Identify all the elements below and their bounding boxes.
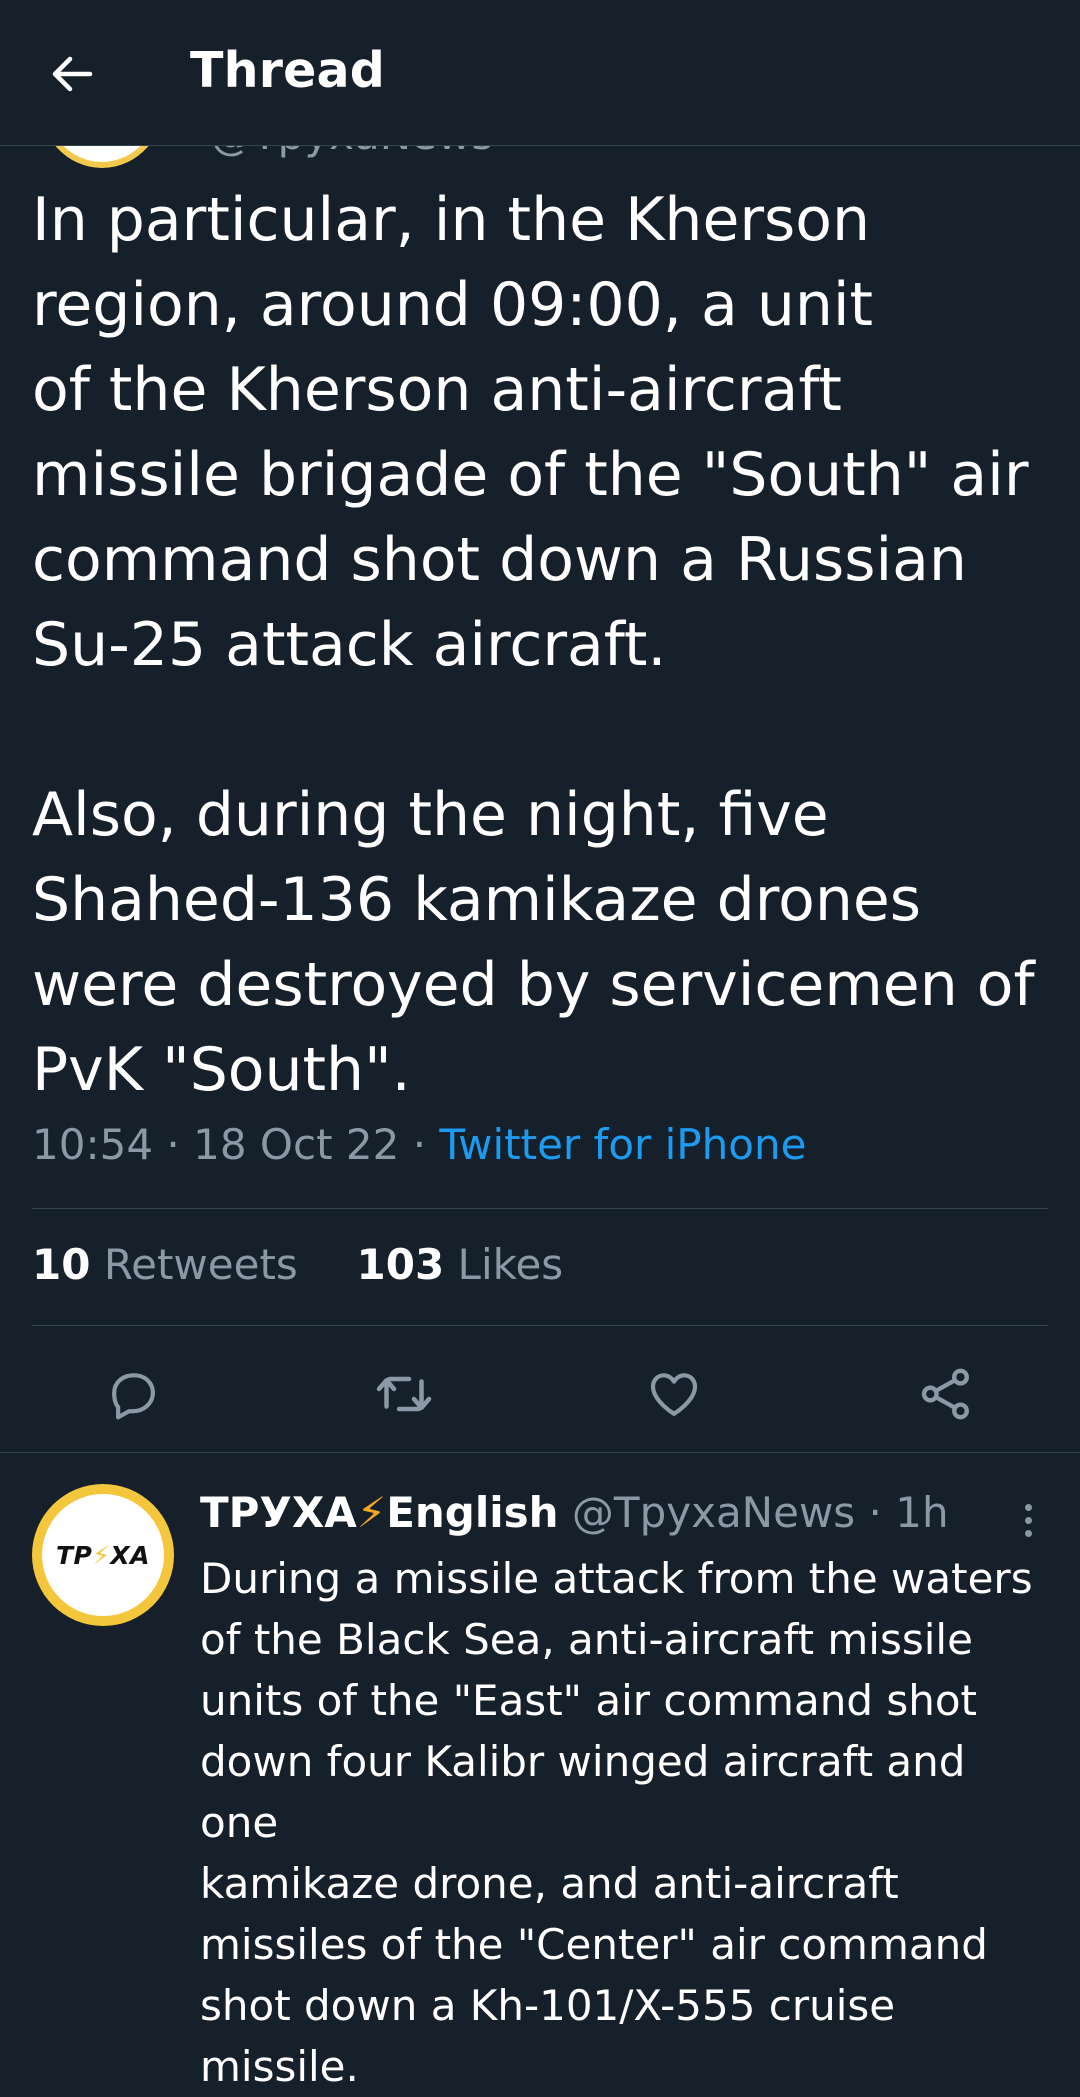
- back-arrow-icon: [52, 56, 93, 92]
- lightning-icon: ⚡: [92, 1540, 111, 1570]
- likes-label: Likes: [457, 1240, 564, 1289]
- author-name-part: English: [386, 1488, 559, 1537]
- retweet-button[interactable]: [370, 1360, 438, 1428]
- retweet-icon: [376, 1376, 432, 1412]
- tweet-text: In particular, in the Kherson region, ar…: [32, 185, 1035, 1105]
- meta-separator: ·: [166, 1120, 180, 1169]
- tweet-date: 18 Oct 22: [193, 1120, 400, 1169]
- reply-tweet-text: During a missile attack from the waters …: [200, 1554, 1033, 2091]
- divider: [32, 1208, 1048, 1209]
- page-title: Thread: [190, 42, 386, 99]
- divider: [32, 1325, 1048, 1326]
- share-button[interactable]: [912, 1360, 980, 1428]
- author-name[interactable]: ТРУХА⚡English: [200, 1488, 559, 1537]
- likes-count: 103: [356, 1240, 445, 1289]
- like-button[interactable]: [640, 1360, 708, 1428]
- back-button[interactable]: [44, 46, 100, 102]
- avatar-logo-text: ТР: [55, 1540, 93, 1570]
- avatar-logo-text: ХА: [110, 1540, 151, 1570]
- tweet-stats: 10 Retweets 103 Likes: [32, 1240, 563, 1289]
- reply-icon: [112, 1373, 155, 1420]
- retweets-stat[interactable]: 10 Retweets: [32, 1240, 311, 1289]
- reply-button[interactable]: [100, 1360, 168, 1428]
- retweets-count: 10: [32, 1240, 91, 1289]
- more-dots-icon: [1024, 1529, 1032, 1537]
- tweet-meta: 10:54 · 18 Oct 22 · Twitter for iPhone: [32, 1120, 806, 1169]
- top-bar: Thread: [0, 0, 1080, 146]
- reply-time: 1h: [895, 1488, 949, 1537]
- retweets-label: Retweets: [103, 1240, 298, 1289]
- share-icon: [921, 1368, 969, 1420]
- lightning-icon: ⚡: [356, 1488, 387, 1537]
- author-name-part: ТРУХА: [200, 1488, 357, 1537]
- heart-icon: [650, 1373, 698, 1416]
- tweet-source-link[interactable]: Twitter for iPhone: [439, 1120, 806, 1169]
- more-dots-icon: [1024, 1503, 1032, 1511]
- avatar-logo: ТР ⚡ ХА: [42, 1494, 164, 1616]
- author-handle[interactable]: @TpyxaNews: [572, 1488, 855, 1537]
- reply-header: ТРУХА⚡English @TpyxaNews · 1h: [200, 1488, 949, 1537]
- header-separator: ·: [868, 1488, 882, 1537]
- tweet-time: 10:54: [32, 1120, 154, 1169]
- meta-separator: ·: [412, 1120, 427, 1169]
- likes-stat[interactable]: 103 Likes: [357, 1240, 564, 1289]
- divider: [0, 1452, 1080, 1453]
- avatar[interactable]: ТР ⚡ ХА: [32, 1484, 174, 1626]
- more-options-button[interactable]: [1010, 1490, 1046, 1550]
- more-dots-icon: [1024, 1516, 1032, 1524]
